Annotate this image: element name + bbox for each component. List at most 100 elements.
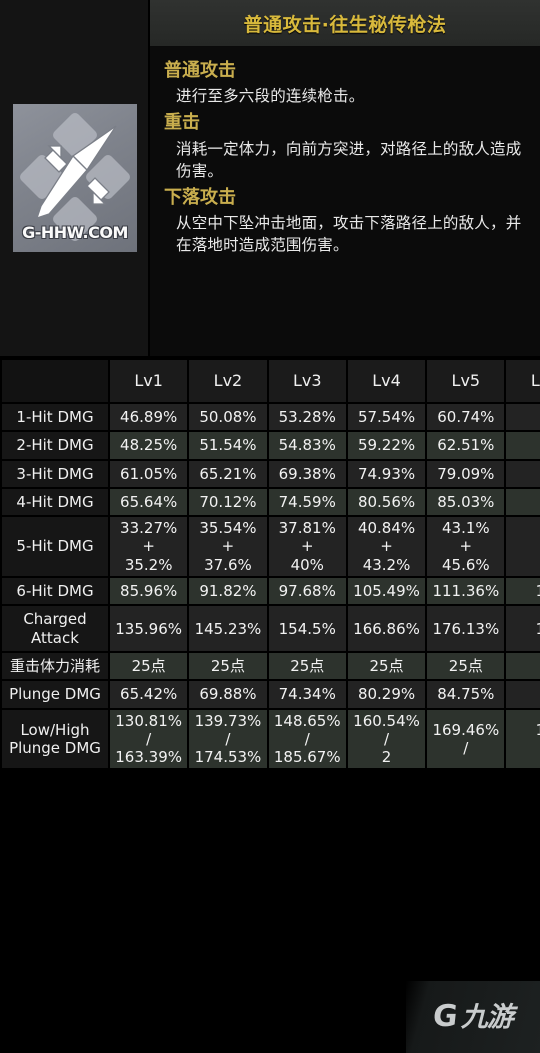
cell-charged-attack-lv3: 154.5% — [266, 604, 348, 653]
cell-2-hit-dmg-lv6: 6 — [504, 430, 540, 461]
cell-charged-attack-lv2: 145.23% — [187, 604, 269, 653]
cell-3-hit-dmg-lv6: 8 — [504, 458, 540, 489]
cell-3-hit-dmg-lv5: 79.09% — [425, 458, 507, 489]
table-row: 5-Hit DMG 33.27% +35.2% 35.54% +37.6% 37.81% +… — [0, 515, 540, 579]
table-row: 1-Hit DMG46.89%50.08%53.28%57.54%60.74%6 — [0, 401, 540, 433]
cell-low-high-plunge-dmg-lv5: 169.46% / — [425, 707, 507, 771]
cell-1-hit-dmg-lv1: 46.89% — [107, 401, 190, 433]
cell-4-hit-dmg-lv3: 74.59% — [266, 486, 348, 518]
cell-2-hit-dmg-lv4: 59.22% — [345, 430, 428, 461]
cell-low-high-plunge-dmg-lv3: 148.65%/185.67% — [266, 707, 348, 771]
polearm-skill-icon: G-HHW.COM — [13, 104, 137, 252]
cell-2-hit-dmg-lv3: 54.83% — [266, 430, 348, 461]
table-row: 重击体力消耗 25点 25点 25点 25点 25点 — [0, 650, 540, 682]
column-header-lv4: Lv4 — [345, 358, 428, 404]
section-heading-plunging-attack: 下落攻击 — [164, 186, 236, 208]
cell-low-high-plunge-dmg-lv4: 160.54%/2 — [345, 707, 428, 771]
cell-重击体力消耗-lv6 — [504, 650, 540, 682]
cell-1-hit-dmg-lv4: 57.54% — [345, 401, 428, 433]
cell-1-hit-dmg-lv6: 6 — [504, 401, 540, 433]
cell-5-hit-dmg-lv4: 40.84% +43.2% — [345, 515, 428, 579]
skill-text-panel: 普通攻击·往生秘传枪法 普通攻击 进行至多六段的连续枪击。 重击 消耗一定体力，… — [150, 0, 540, 356]
row-label-low-high-plunge-dmg: Low/High Plunge DMG — [0, 707, 110, 771]
cell-3-hit-dmg-lv4: 74.93% — [345, 458, 428, 489]
skill-description-body: 普通攻击 进行至多六段的连续枪击。 重击 消耗一定体力，向前方突进，对路径上的敌… — [150, 47, 540, 356]
table-row: Low/High Plunge DMG 130.81%/163.39% 139.73… — [0, 707, 540, 771]
cell-4-hit-dmg-lv6: 9 — [504, 486, 540, 518]
row-label-重击体力消耗: 重击体力消耗 — [0, 650, 110, 682]
table-row: 4-Hit DMG65.64%70.12%74.59%80.56%85.03%9 — [0, 486, 540, 518]
table-row: Plunge DMG 65.42% 69.88% 74.34% 80.29% 84.75%… — [0, 679, 540, 710]
table-row: 2-Hit DMG48.25%51.54%54.83%59.22%62.51%6 — [0, 430, 540, 461]
cell-2-hit-dmg-lv2: 51.54% — [187, 430, 269, 461]
cell-6-hit-dmg-lv6: 11 — [504, 576, 540, 607]
cell-6-hit-dmg-lv1: 85.96% — [107, 576, 190, 607]
row-label-4-hit-dmg: 4-Hit DMG — [0, 486, 110, 518]
cell-1-hit-dmg-lv5: 60.74% — [425, 401, 507, 433]
page-title: 普通攻击·往生秘传枪法 — [243, 13, 447, 36]
cell-重击体力消耗-lv4: 25点 — [345, 650, 428, 682]
table-row: Charged Attack 135.96% 145.23% 154.5% 166.86… — [0, 604, 540, 653]
section-text-normal-attack: 进行至多六段的连续枪击。 — [176, 87, 365, 106]
cell-6-hit-dmg-lv5: 111.36% — [425, 576, 507, 607]
table-corner-cell — [0, 358, 110, 404]
cell-5-hit-dmg-lv1: 33.27% +35.2% — [107, 515, 190, 579]
cell-重击体力消耗-lv1: 25点 — [107, 650, 190, 682]
cell-plunge-dmg-lv4: 80.29% — [345, 679, 428, 710]
cell-charged-attack-lv4: 166.86% — [345, 604, 428, 653]
column-header-lv1: Lv1 — [107, 358, 190, 404]
icon-watermark-label: G-HHW.COM — [22, 223, 128, 242]
cell-4-hit-dmg-lv2: 70.12% — [187, 486, 269, 518]
cell-plunge-dmg-lv3: 74.34% — [266, 679, 348, 710]
table-row: 3-Hit DMG61.05%65.21%69.38%74.93%79.09%8 — [0, 458, 540, 489]
table-row: 6-Hit DMG 85.96% 91.82% 97.68% 105.49% 111.36… — [0, 576, 540, 607]
cell-重击体力消耗-lv3: 25点 — [266, 650, 348, 682]
cell-5-hit-dmg-lv2: 35.54% +37.6% — [187, 515, 269, 579]
row-label-charged-attack: Charged Attack — [0, 604, 110, 653]
cell-5-hit-dmg-lv3: 37.81% +40% — [266, 515, 348, 579]
cell-2-hit-dmg-lv1: 48.25% — [107, 430, 190, 461]
skill-title-bar: 普通攻击·往生秘传枪法 — [150, 0, 540, 47]
cell-charged-attack-lv6: 18 — [504, 604, 540, 653]
cell-4-hit-dmg-lv5: 85.03% — [425, 486, 507, 518]
cell-plunge-dmg-lv5: 84.75% — [425, 679, 507, 710]
cell-1-hit-dmg-lv2: 50.08% — [187, 401, 269, 433]
cell-6-hit-dmg-lv3: 97.68% — [266, 576, 348, 607]
cell-plunge-dmg-lv1: 65.42% — [107, 679, 190, 710]
section-text-charged-attack: 消耗一定体力，向前方突进，对路径上的敌人造成伤害。 — [176, 139, 522, 180]
cell-3-hit-dmg-lv3: 69.38% — [266, 458, 348, 489]
cell-5-hit-dmg-lv5: 43.1% +45.6% — [425, 515, 507, 579]
cell-重击体力消耗-lv5: 25点 — [425, 650, 507, 682]
skill-icon-panel: G-HHW.COM — [0, 0, 150, 356]
cell-charged-attack-lv1: 135.96% — [107, 604, 190, 653]
row-label-2-hit-dmg: 2-Hit DMG — [0, 430, 110, 461]
skill-detail-panel: G-HHW.COM 普通攻击·往生秘传枪法 普通攻击 进行至多六段的连续枪击。 … — [0, 0, 540, 356]
row-label-1-hit-dmg: 1-Hit DMG — [0, 401, 110, 433]
column-header-lv5: Lv5 — [425, 358, 507, 404]
cell-3-hit-dmg-lv2: 65.21% — [187, 458, 269, 489]
row-label-3-hit-dmg: 3-Hit DMG — [0, 458, 110, 489]
cell-low-high-plunge-dmg-lv6: 17/ — [504, 707, 540, 771]
column-header-lv3: Lv3 — [266, 358, 348, 404]
cell-5-hit-dmg-lv6: 4+4 — [504, 515, 540, 579]
cell-4-hit-dmg-lv1: 65.64% — [107, 486, 190, 518]
cell-charged-attack-lv5: 176.13% — [425, 604, 507, 653]
table-header-row: Lv1 Lv2 Lv3 Lv4 Lv5 Lv6 — [0, 358, 540, 404]
watermark-logo-mark: G — [431, 999, 460, 1034]
cell-low-high-plunge-dmg-lv2: 139.73%/174.53% — [187, 707, 269, 771]
table-header: Lv1 Lv2 Lv3 Lv4 Lv5 Lv6 — [0, 358, 540, 404]
row-label-plunge-dmg: Plunge DMG — [0, 679, 110, 710]
cell-6-hit-dmg-lv2: 91.82% — [187, 576, 269, 607]
row-label-6-hit-dmg: 6-Hit DMG — [0, 576, 110, 607]
skill-stat-table: Lv1 Lv2 Lv3 Lv4 Lv5 Lv6 1-Hit DMG46.89%5… — [0, 358, 540, 771]
cell-重击体力消耗-lv2: 25点 — [187, 650, 269, 682]
watermark-logo-text: 九游 — [460, 1001, 514, 1033]
cell-low-high-plunge-dmg-lv1: 130.81%/163.39% — [107, 707, 190, 771]
site-watermark: G 九游 — [406, 981, 540, 1053]
cell-4-hit-dmg-lv4: 80.56% — [345, 486, 428, 518]
cell-3-hit-dmg-lv1: 61.05% — [107, 458, 190, 489]
table-body: 1-Hit DMG46.89%50.08%53.28%57.54%60.74%6… — [0, 401, 540, 771]
column-header-lv2: Lv2 — [187, 358, 269, 404]
cell-plunge-dmg-lv6: 8 — [504, 679, 540, 710]
cell-2-hit-dmg-lv5: 62.51% — [425, 430, 507, 461]
